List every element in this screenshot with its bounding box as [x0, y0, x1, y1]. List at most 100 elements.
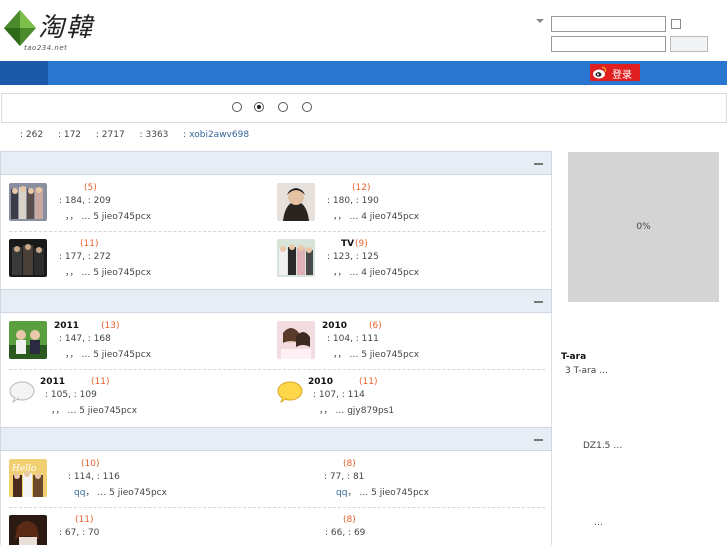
nav-home-tab[interactable] [0, 61, 48, 85]
sidebar-ad-box[interactable]: 0% [568, 152, 719, 302]
forum-thumbnail[interactable] [277, 321, 315, 359]
slider-dot-2[interactable] [254, 102, 264, 112]
forum-stats: : 107, : 114 [313, 390, 365, 400]
forum-item[interactable]: 2011 (13) : 147, : 168 ，， … 5 jieo745pcx [9, 321, 274, 363]
stat-posts: : 2717 [95, 130, 125, 140]
remember-checkbox[interactable] [671, 19, 681, 29]
forum-stats-bar: : 262 : 172 : 2717 : 3363 : xobi2awv698 [20, 130, 261, 142]
forum-last-post[interactable]: qq， … 5 jieo745pcx [336, 485, 429, 498]
ad-loading-progress: 0% [636, 222, 651, 232]
slider-dot-3[interactable] [278, 102, 288, 112]
forum-item[interactable]: (11) : 177, : 272 ，， … 5 jieo745pcx [9, 239, 274, 281]
category-header-1 [0, 151, 552, 175]
sidebar-hot-item[interactable]: 3 T-ara … [565, 366, 608, 376]
banner-slider [1, 93, 727, 123]
forum-stats: : 67, : 70 [59, 528, 100, 538]
forum-today-count: (5) [84, 183, 97, 193]
forum-name[interactable]: 2010 [308, 377, 333, 387]
forum-no-new-icon [9, 381, 35, 403]
forum-last-post[interactable]: ，， … gjy879ps1 [319, 403, 394, 416]
forum-stats: : 177, : 272 [59, 252, 111, 262]
forum-today-count: (11) [75, 515, 94, 525]
forum-thumbnail[interactable] [277, 239, 315, 277]
forum-today-count: (11) [80, 239, 99, 249]
row-divider [9, 507, 545, 508]
forum-today-count: (11) [359, 377, 378, 387]
weibo-login-button[interactable]: 登录 [590, 64, 640, 81]
forum-stats: : 104, : 111 [327, 334, 379, 344]
collapse-icon[interactable] [534, 163, 543, 165]
last-post-meta: ， … 5 jieo745pcx [85, 488, 167, 498]
last-post-meta: ， … 5 jieo745pcx [347, 488, 429, 498]
forum-name[interactable]: TV [341, 239, 354, 249]
forum-today-count: (12) [352, 183, 371, 193]
forum-item[interactable]: (8) : 66, : 69 [277, 515, 542, 545]
sidebar-more-link[interactable]: … [594, 518, 603, 528]
forum-item[interactable]: 2010 (6) : 104, : 111 ，， … 5 jieo745pcx [277, 321, 542, 363]
forum-name[interactable]: 2010 [322, 321, 347, 331]
forum-item[interactable]: (5) : 184, : 209 ，， … 5 jieo745pcx [9, 183, 274, 225]
last-post-title[interactable]: qq [74, 488, 85, 498]
forum-today-count: (8) [343, 515, 356, 525]
forum-last-post[interactable]: qq， … 5 jieo745pcx [74, 485, 167, 498]
forum-item[interactable]: (11) : 67, : 70 [9, 515, 274, 545]
forum-today-count: (8) [343, 459, 356, 469]
forum-last-post[interactable]: ，， … 5 jieo745pcx [65, 347, 151, 360]
forum-stats: : 114, : 116 [68, 472, 120, 482]
forum-last-post[interactable]: ，， … 4 jieo745pcx [333, 265, 419, 278]
forum-item[interactable]: Hello (10) : 114, : 116 qq， … 5 jieo745p… [9, 459, 274, 501]
forum-stats: : 123, : 125 [327, 252, 379, 262]
username-input[interactable] [551, 16, 666, 32]
sidebar-dz-item[interactable]: DZ1.5 … [583, 441, 622, 451]
forum-item[interactable]: TV (9) : 123, : 125 ，， … 4 jieo745pcx [277, 239, 542, 281]
forum-today-count: (10) [81, 459, 100, 469]
stat-today: : 262 [20, 130, 44, 140]
forum-last-post[interactable]: ，， … 4 jieo745pcx [333, 209, 419, 222]
weibo-icon [593, 66, 607, 79]
forum-today-count: (6) [369, 321, 382, 331]
collapse-icon[interactable] [534, 439, 543, 441]
site-header: 淘 韓 tao234.net [0, 0, 727, 61]
forum-name[interactable]: 2011 [54, 321, 79, 331]
forum-last-post[interactable]: ，， … 5 jieo745pcx [333, 347, 419, 360]
password-input[interactable] [551, 36, 666, 52]
slider-dot-1[interactable] [232, 102, 242, 112]
last-post-title[interactable]: qq [336, 488, 347, 498]
forum-stats: : 184, : 209 [59, 196, 111, 206]
forum-today-count: (9) [355, 239, 368, 249]
forum-thumbnail[interactable]: Hello [9, 459, 47, 497]
forum-name[interactable]: 2011 [40, 377, 65, 387]
forum-thumbnail[interactable] [277, 183, 315, 221]
site-logo[interactable]: 淘 韓 tao234.net [2, 6, 98, 52]
row-divider [9, 231, 545, 232]
main-nav: 登录 [0, 61, 727, 85]
category-header-2 [0, 289, 552, 313]
forum-stats: : 77, : 81 [324, 472, 365, 482]
forum-last-post[interactable]: ，， … 5 jieo745pcx [65, 265, 151, 278]
forum-last-post[interactable]: ，， … 5 jieo745pcx [51, 403, 137, 416]
forum-thumbnail[interactable] [9, 321, 47, 359]
forum-item[interactable]: 2011 (11) : 105, : 109 ，， … 5 jieo745pcx [9, 377, 274, 419]
svg-text:韓: 韓 [66, 13, 95, 43]
forum-thumbnail[interactable] [9, 183, 47, 221]
forum-last-post[interactable]: ，， … 5 jieo745pcx [65, 209, 151, 222]
slider-dot-4[interactable] [302, 102, 312, 112]
forum-item[interactable]: 2010 (11) : 107, : 114 ，， … gjy879ps1 [277, 377, 542, 419]
collapse-icon[interactable] [534, 301, 543, 303]
row-divider [9, 369, 545, 370]
category-body-2: 2011 (13) : 147, : 168 ，， … 5 jieo745pcx… [0, 313, 552, 427]
forum-stats: : 147, : 168 [59, 334, 111, 344]
sidebar-hot-title: T-ara [561, 352, 587, 362]
forum-thumbnail[interactable] [9, 515, 47, 545]
forum-item[interactable]: (12) : 180, : 190 ，， … 4 jieo745pcx [277, 183, 542, 225]
forum-thumbnail[interactable] [9, 239, 47, 277]
svg-text:Hello: Hello [11, 464, 37, 474]
login-button[interactable] [670, 36, 708, 52]
forum-today-count: (11) [91, 377, 110, 387]
forum-today-count: (13) [101, 321, 120, 331]
forum-item[interactable]: (8) : 77, : 81 qq， … 5 jieo745pcx [277, 459, 542, 501]
svg-text:淘: 淘 [38, 13, 67, 43]
stat-yesterday: : 172 [57, 130, 82, 140]
login-type-dropdown-icon[interactable] [536, 19, 544, 23]
newest-member-link[interactable]: xobi2awv698 [189, 130, 249, 140]
